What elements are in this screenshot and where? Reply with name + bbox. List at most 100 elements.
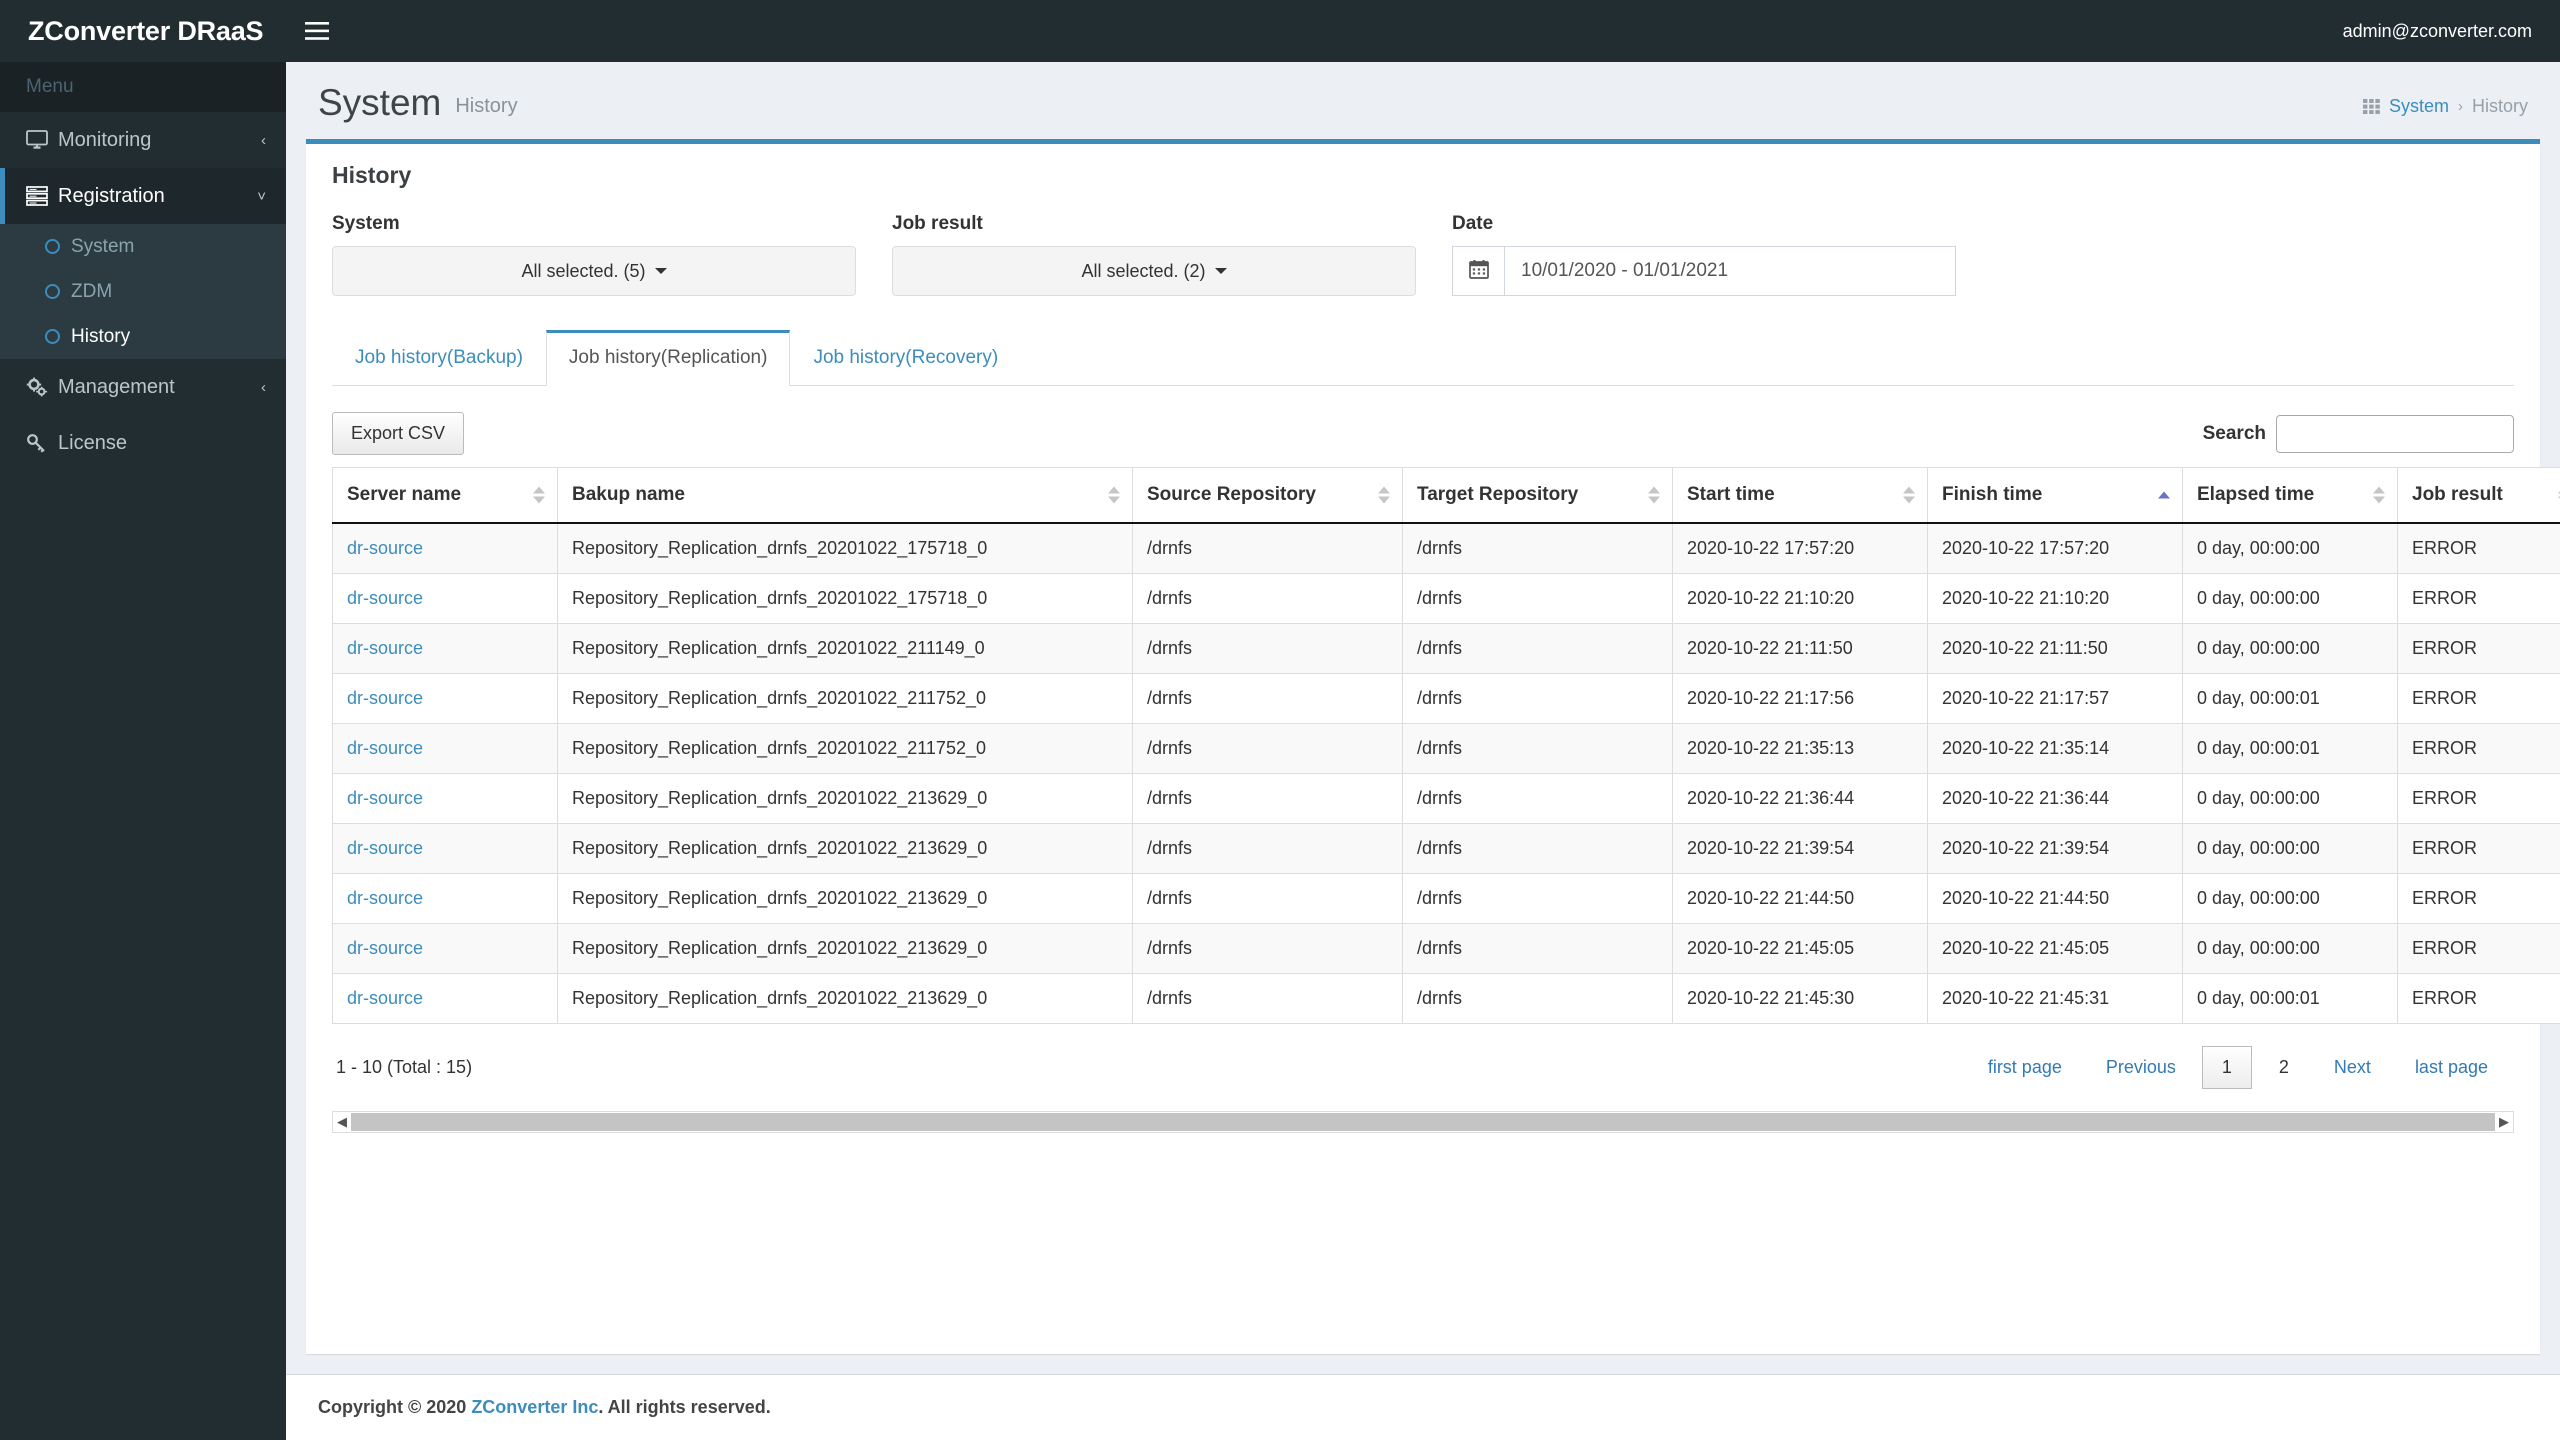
cell-backup-name: Repository_Replication_drnfs_20201022_17…: [557, 573, 1133, 624]
pagination-page-2[interactable]: 2: [2260, 1047, 2308, 1088]
sidebar-item-label-system: System: [71, 235, 135, 257]
table-row: dr-source Repository_Replication_drnfs_20…: [332, 923, 2560, 974]
cell-backup-name: Repository_Replication_drnfs_20201022_21…: [557, 623, 1133, 674]
pagination-info: 1 - 10 (Total : 15): [336, 1057, 473, 1077]
cell-source-repository: /drnfs: [1132, 823, 1403, 874]
cell-backup-name: Repository_Replication_drnfs_20201022_21…: [557, 873, 1133, 924]
pagination-previous[interactable]: Previous: [2084, 1057, 2198, 1078]
cell-start-time: 2020-10-22 21:39:54: [1672, 823, 1928, 874]
cell-start-time: 2020-10-22 21:11:50: [1672, 623, 1928, 674]
tab-job-history-backup[interactable]: Job history(Backup): [332, 330, 546, 386]
cell-job-result: ERROR: [2397, 522, 2560, 574]
server-name-link[interactable]: dr-source: [347, 988, 423, 1008]
sidebar-item-management[interactable]: Management ‹: [0, 359, 286, 415]
cell-backup-name: Repository_Replication_drnfs_20201022_21…: [557, 723, 1133, 774]
server-name-link[interactable]: dr-source: [347, 938, 423, 958]
horizontal-scrollbar[interactable]: ◀ ▶: [332, 1111, 2514, 1133]
server-name-link[interactable]: dr-source: [347, 538, 423, 558]
system-multiselect[interactable]: All selected. (5): [332, 246, 856, 296]
footer-company-link[interactable]: ZConverter Inc: [471, 1397, 598, 1417]
search-group: Search: [2203, 414, 2514, 453]
pagination-page-1[interactable]: 1: [2201, 1046, 2252, 1089]
col-header-elapsed-time[interactable]: Elapsed time: [2182, 467, 2398, 524]
pagination-first-page[interactable]: first page: [1966, 1057, 2084, 1078]
cell-start-time: 2020-10-22 21:10:20: [1672, 573, 1928, 624]
search-input[interactable]: [2276, 414, 2514, 453]
server-name-link[interactable]: dr-source: [347, 888, 423, 908]
cell-server-name[interactable]: dr-source: [332, 773, 558, 824]
cell-elapsed-time: 0 day, 00:00:01: [2182, 673, 2398, 724]
col-header-start-time[interactable]: Start time: [1672, 467, 1928, 524]
sidebar-item-label-registration: Registration: [58, 184, 165, 207]
col-header-server-name[interactable]: Server name: [332, 467, 558, 524]
circle-bullet-icon: [45, 329, 71, 344]
cell-backup-name: Repository_Replication_drnfs_20201022_21…: [557, 923, 1133, 974]
cell-server-name[interactable]: dr-source: [332, 923, 558, 974]
sidebar-item-license[interactable]: License: [0, 415, 286, 471]
table-row: dr-source Repository_Replication_drnfs_20…: [332, 573, 2560, 624]
sidebar-item-registration[interactable]: Registration ˅: [0, 168, 286, 224]
sidebar-toggle-button[interactable]: [286, 0, 348, 62]
hamburger-icon: [305, 22, 329, 40]
sidebar-item-history[interactable]: History: [0, 314, 286, 359]
server-name-link[interactable]: dr-source: [347, 788, 423, 808]
col-header-source-repository[interactable]: Source Repository: [1132, 467, 1403, 524]
user-account-label[interactable]: admin@zconverter.com: [2343, 21, 2560, 42]
col-header-job-result[interactable]: Job result: [2397, 467, 2560, 524]
table-row: dr-source Repository_Replication_drnfs_20…: [332, 623, 2560, 674]
server-name-link[interactable]: dr-source: [347, 738, 423, 758]
cell-server-name[interactable]: dr-source: [332, 623, 558, 674]
main-content: System History System › History History …: [286, 62, 2560, 1440]
scroll-right-arrow-icon[interactable]: ▶: [2495, 1114, 2513, 1130]
server-name-link[interactable]: dr-source: [347, 588, 423, 608]
job-result-multiselect[interactable]: All selected. (2): [892, 246, 1416, 296]
cell-server-name[interactable]: dr-source: [332, 522, 558, 574]
cell-source-repository: /drnfs: [1132, 773, 1403, 824]
cell-start-time: 2020-10-22 21:45:05: [1672, 923, 1928, 974]
breadcrumb-link-system[interactable]: System: [2389, 96, 2449, 117]
sidebar-item-monitoring[interactable]: Monitoring ‹: [0, 112, 286, 168]
col-label-finish-time: Finish time: [1942, 484, 2043, 505]
cell-server-name[interactable]: dr-source: [332, 723, 558, 774]
pagination-last-page[interactable]: last page: [2393, 1057, 2510, 1078]
gears-icon: [26, 377, 58, 397]
col-header-target-repository[interactable]: Target Repository: [1402, 467, 1673, 524]
filter-job-result: Job result All selected. (2): [892, 213, 1452, 296]
cell-server-name[interactable]: dr-source: [332, 973, 558, 1024]
scroll-left-arrow-icon[interactable]: ◀: [333, 1114, 351, 1130]
server-name-link[interactable]: dr-source: [347, 688, 423, 708]
cell-server-name[interactable]: dr-source: [332, 573, 558, 624]
server-name-link[interactable]: dr-source: [347, 638, 423, 658]
cell-start-time: 2020-10-22 17:57:20: [1672, 522, 1928, 574]
export-csv-button[interactable]: Export CSV: [332, 412, 465, 455]
date-range-input[interactable]: [1504, 246, 1956, 296]
table-toolbar: Export CSV Search: [332, 412, 2514, 455]
app-brand-title[interactable]: ZConverter DRaaS: [0, 0, 286, 62]
cell-start-time: 2020-10-22 21:36:44: [1672, 773, 1928, 824]
col-label-backup-name: Bakup name: [572, 484, 685, 505]
page-header: System History System › History: [286, 62, 2560, 139]
calendar-button[interactable]: [1452, 246, 1504, 296]
col-header-backup-name[interactable]: Bakup name: [557, 467, 1133, 524]
cell-target-repository: /drnfs: [1402, 773, 1673, 824]
col-label-target-repository: Target Repository: [1417, 484, 1579, 505]
tab-job-history-replication[interactable]: Job history(Replication): [545, 330, 791, 386]
scrollbar-thumb[interactable]: [351, 1113, 2495, 1131]
cell-server-name[interactable]: dr-source: [332, 823, 558, 874]
cell-finish-time: 2020-10-22 21:36:44: [1927, 773, 2183, 824]
col-header-finish-time[interactable]: Finish time: [1927, 467, 2183, 524]
monitor-icon: [26, 130, 58, 150]
cell-server-name[interactable]: dr-source: [332, 873, 558, 924]
date-range-group: [1452, 246, 1956, 296]
sidebar-item-zdm[interactable]: ZDM: [0, 269, 286, 314]
cell-elapsed-time: 0 day, 00:00:00: [2182, 522, 2398, 574]
cell-elapsed-time: 0 day, 00:00:00: [2182, 773, 2398, 824]
sidebar-item-label-zdm: ZDM: [71, 280, 113, 302]
cell-server-name[interactable]: dr-source: [332, 673, 558, 724]
sidebar-item-system[interactable]: System: [0, 224, 286, 269]
tab-job-history-recovery[interactable]: Job history(Recovery): [790, 330, 1021, 386]
server-name-link[interactable]: dr-source: [347, 838, 423, 858]
breadcrumb-current-history: History: [2471, 96, 2528, 116]
pagination-next[interactable]: Next: [2312, 1057, 2393, 1078]
history-panel: History System All selected. (5) Job res…: [306, 139, 2560, 1354]
